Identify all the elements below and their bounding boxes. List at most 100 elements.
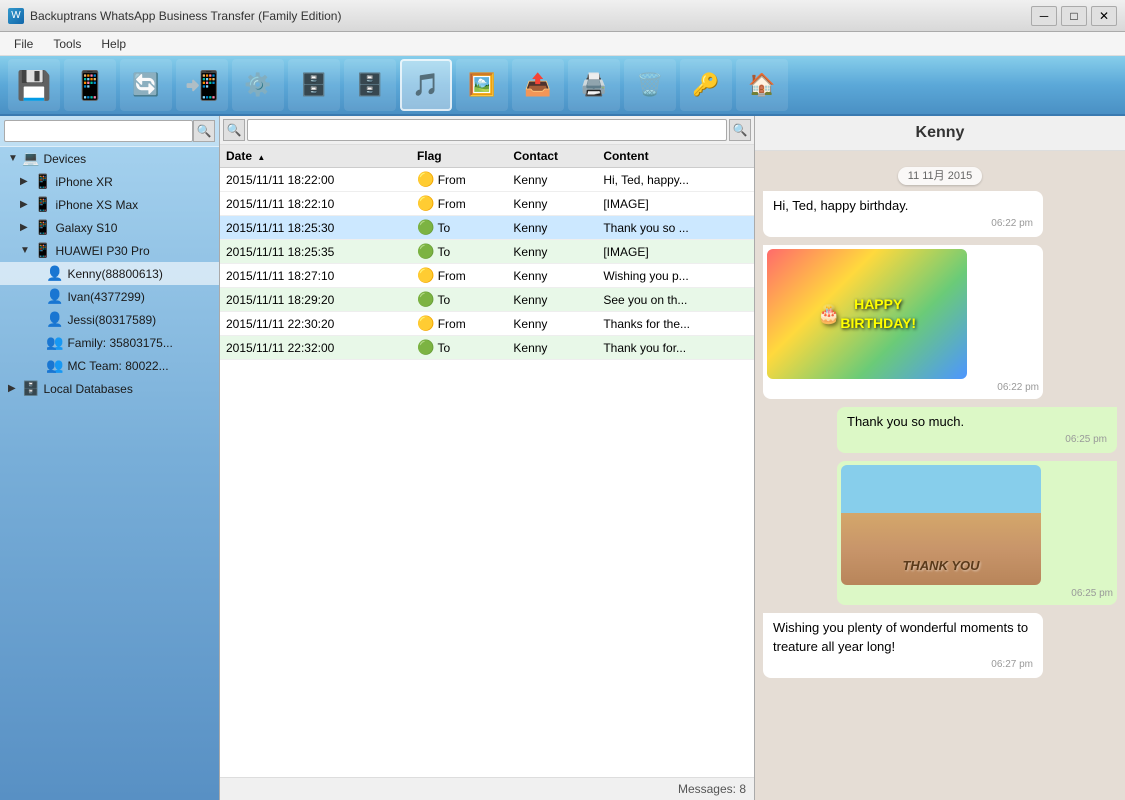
print-button[interactable]: 🖨️ bbox=[568, 59, 620, 111]
table-row[interactable]: 2015/11/11 18:25:30 🟢 To Kenny Thank you… bbox=[220, 216, 754, 240]
sidebar-item-kenny[interactable]: 👤 Kenny(88800613) bbox=[0, 262, 219, 285]
cell-contact: Kenny bbox=[507, 264, 597, 288]
col-header-date[interactable]: Date ▲ bbox=[220, 145, 411, 168]
table-row[interactable]: 2015/11/11 22:30:20 🟡 From Kenny Thanks … bbox=[220, 312, 754, 336]
col-header-contact[interactable]: Contact bbox=[507, 145, 597, 168]
trash-button[interactable]: 🗑️ bbox=[624, 59, 676, 111]
sidebar-item-family[interactable]: 👥 Family: 35803175... bbox=[0, 331, 219, 354]
cell-date: 2015/11/11 18:22:00 bbox=[220, 168, 411, 192]
sidebar-search-button[interactable]: 🔍 bbox=[193, 120, 215, 142]
message-count: Messages: 8 bbox=[678, 782, 746, 796]
window-controls: ─ □ ✕ bbox=[1031, 6, 1117, 26]
messages-table: Date ▲ Flag Contact Content bbox=[220, 145, 754, 360]
cell-content: Thank you so ... bbox=[597, 216, 754, 240]
music-icon: 🎵 bbox=[412, 72, 439, 98]
cell-flag: 🟡 From bbox=[411, 168, 507, 192]
ivan-icon: 👤 bbox=[46, 288, 63, 305]
cell-date: 2015/11/11 18:25:35 bbox=[220, 240, 411, 264]
jessi-label: Jessi(80317589) bbox=[67, 313, 156, 327]
message-search-left-button[interactable]: 🔍 bbox=[223, 119, 245, 141]
col-header-content[interactable]: Content bbox=[597, 145, 754, 168]
huawei-p30-arrow: ▼ bbox=[20, 245, 32, 256]
date-divider-text: 11 11月 2015 bbox=[898, 167, 982, 185]
file-menu[interactable]: File bbox=[4, 35, 43, 53]
sidebar-item-ivan[interactable]: 👤 Ivan(4377299) bbox=[0, 285, 219, 308]
title-bar: W Backuptrans WhatsApp Business Transfer… bbox=[0, 0, 1125, 32]
table-row[interactable]: 2015/11/11 18:29:20 🟢 To Kenny See you o… bbox=[220, 288, 754, 312]
music-button[interactable]: 🎵 bbox=[400, 59, 452, 111]
settings-button[interactable]: ⚙️ bbox=[232, 59, 284, 111]
sidebar-item-galaxy-s10[interactable]: ▶ 📱 Galaxy S10 bbox=[0, 216, 219, 239]
cell-contact: Kenny bbox=[507, 312, 597, 336]
database2-button[interactable]: 🗄️ bbox=[344, 59, 396, 111]
sidebar-item-jessi[interactable]: 👤 Jessi(80317589) bbox=[0, 308, 219, 331]
key-button[interactable]: 🔑 bbox=[680, 59, 732, 111]
table-row[interactable]: 2015/11/11 22:32:00 🟢 To Kenny Thank you… bbox=[220, 336, 754, 360]
minimize-button[interactable]: ─ bbox=[1031, 6, 1057, 26]
col-header-flag[interactable]: Flag bbox=[411, 145, 507, 168]
main-content: 🔍 ▼ 💻 Devices ▶ 📱 iPhone XR ▶ 📱 iPhone X… bbox=[0, 116, 1125, 800]
table-row[interactable]: 2015/11/11 18:22:10 🟡 From Kenny [IMAGE] bbox=[220, 192, 754, 216]
sidebar-item-iphone-xr[interactable]: ▶ 📱 iPhone XR bbox=[0, 170, 219, 193]
toolbar: 💾 📱 🔄 📲 ⚙️ 🗄️ 🗄️ 🎵 🖼️ 📤 🖨️ 🗑️ 🔑 🏠 bbox=[0, 56, 1125, 116]
kenny-label: Kenny(88800613) bbox=[67, 267, 162, 281]
tools-menu[interactable]: Tools bbox=[43, 35, 91, 53]
cell-content: [IMAGE] bbox=[597, 192, 754, 216]
bubble-text: Hi, Ted, happy birthday. bbox=[773, 198, 908, 213]
bubble-text: Thank you so much. bbox=[847, 414, 964, 429]
cell-date: 2015/11/11 18:25:30 bbox=[220, 216, 411, 240]
message-bubble: 🎂HAPPYBIRTHDAY! 06:22 pm bbox=[763, 245, 1043, 399]
cell-date: 2015/11/11 18:22:10 bbox=[220, 192, 411, 216]
photo-icon: 🖼️ bbox=[468, 72, 495, 98]
cell-content: Thank you for... bbox=[597, 336, 754, 360]
maximize-button[interactable]: □ bbox=[1061, 6, 1087, 26]
bubble-content: Hi, Ted, happy birthday. 06:22 pm bbox=[763, 191, 1043, 237]
table-row[interactable]: 2015/11/11 18:27:10 🟡 From Kenny Wishing… bbox=[220, 264, 754, 288]
transfer-phones-button[interactable]: 📱 bbox=[64, 59, 116, 111]
help-menu[interactable]: Help bbox=[91, 35, 136, 53]
home-icon: 🏠 bbox=[748, 72, 775, 98]
table-row[interactable]: 2015/11/11 18:25:35 🟢 To Kenny [IMAGE] bbox=[220, 240, 754, 264]
message-footer: Messages: 8 bbox=[220, 777, 754, 800]
iphone-xs-max-arrow: ▶ bbox=[20, 199, 32, 210]
sidebar-item-huawei-p30-pro[interactable]: ▼ 📱 HUAWEI P30 Pro bbox=[0, 239, 219, 262]
title-bar-text: Backuptrans WhatsApp Business Transfer (… bbox=[30, 9, 1031, 23]
galaxy-s10-icon: 📱 bbox=[34, 219, 51, 236]
devices-expand-arrow: ▼ bbox=[8, 153, 20, 164]
database2-icon: 🗄️ bbox=[356, 72, 383, 98]
cell-content: Hi, Ted, happy... bbox=[597, 168, 754, 192]
sidebar-item-iphone-xs-max[interactable]: ▶ 📱 iPhone XS Max bbox=[0, 193, 219, 216]
cell-content: Wishing you p... bbox=[597, 264, 754, 288]
bubble-text: Wishing you plenty of wonderful moments … bbox=[773, 620, 1028, 653]
cell-content: See you on th... bbox=[597, 288, 754, 312]
message-search-right-button[interactable]: 🔍 bbox=[729, 119, 751, 141]
export-button[interactable]: 📤 bbox=[512, 59, 564, 111]
cell-contact: Kenny bbox=[507, 168, 597, 192]
close-button[interactable]: ✕ bbox=[1091, 6, 1117, 26]
sidebar-item-devices[interactable]: ▼ 💻 Devices bbox=[0, 147, 219, 170]
android-button[interactable]: 📲 bbox=[176, 59, 228, 111]
bubble-content: Thank you so much. 06:25 pm bbox=[837, 407, 1117, 453]
photo-button[interactable]: 🖼️ bbox=[456, 59, 508, 111]
sidebar-item-local-databases[interactable]: ▶ 🗄️ Local Databases bbox=[0, 377, 219, 400]
message-bubble: Wishing you plenty of wonderful moments … bbox=[763, 613, 1043, 677]
sidebar-search-input[interactable] bbox=[4, 120, 193, 142]
table-row[interactable]: 2015/11/11 18:22:00 🟡 From Kenny Hi, Ted… bbox=[220, 168, 754, 192]
message-search-input[interactable] bbox=[247, 119, 727, 141]
home-button[interactable]: 🏠 bbox=[736, 59, 788, 111]
bubble-content: Wishing you plenty of wonderful moments … bbox=[763, 613, 1043, 677]
cell-date: 2015/11/11 22:32:00 bbox=[220, 336, 411, 360]
chat-contact-name: Kenny bbox=[916, 124, 965, 141]
restore-button[interactable]: 🔄 bbox=[120, 59, 172, 111]
message-table: Date ▲ Flag Contact Content bbox=[220, 145, 754, 777]
iphone-xs-max-icon: 📱 bbox=[34, 196, 51, 213]
backup-button[interactable]: 💾 bbox=[8, 59, 60, 111]
database-button[interactable]: 🗄️ bbox=[288, 59, 340, 111]
sidebar-item-mc-team[interactable]: 👥 MC Team: 80022... bbox=[0, 354, 219, 377]
local-db-icon: 🗄️ bbox=[22, 380, 39, 397]
local-db-arrow: ▶ bbox=[8, 383, 20, 394]
huawei-p30-icon: 📱 bbox=[34, 242, 51, 259]
devices-label: Devices bbox=[43, 152, 86, 166]
export-icon: 📤 bbox=[524, 72, 551, 98]
cell-contact: Kenny bbox=[507, 288, 597, 312]
